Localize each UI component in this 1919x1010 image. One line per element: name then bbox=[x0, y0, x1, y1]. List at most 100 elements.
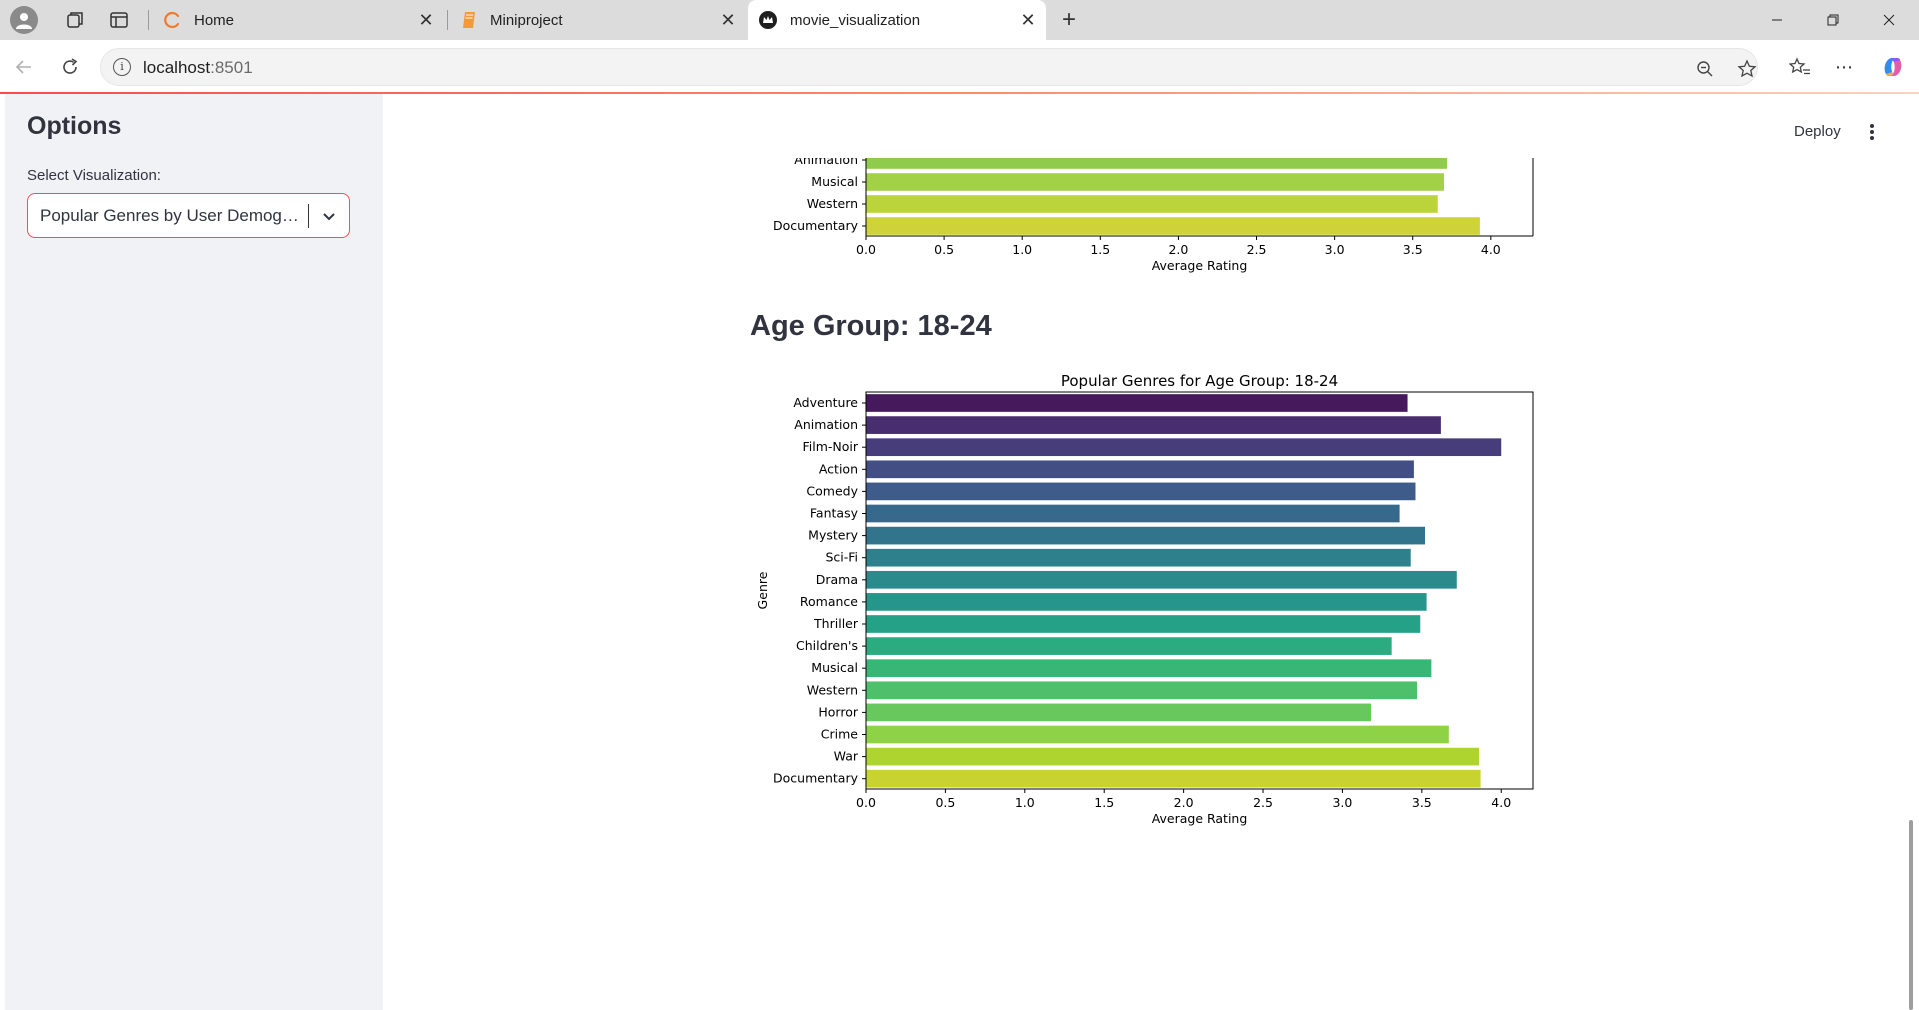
close-icon[interactable]: ✕ bbox=[720, 10, 736, 30]
y-tick-label: Documentary bbox=[773, 218, 859, 233]
bar-horror bbox=[866, 703, 1372, 722]
bar-romance bbox=[866, 593, 1427, 611]
minimize-icon[interactable] bbox=[1754, 0, 1800, 40]
bar-war bbox=[866, 747, 1480, 766]
x-tick-label: 1.0 bbox=[1012, 242, 1032, 257]
copilot-icon[interactable] bbox=[1879, 53, 1907, 81]
tab-miniproject[interactable]: Miniproject ✕ bbox=[450, 0, 746, 40]
loading-spinner-icon bbox=[162, 10, 182, 30]
x-tick-label: 2.5 bbox=[1247, 242, 1267, 257]
y-tick-label: Fantasy bbox=[810, 506, 859, 521]
text-cursor bbox=[308, 204, 309, 228]
select-label: Select Visualization: bbox=[27, 167, 161, 184]
x-tick-label: 2.0 bbox=[1174, 795, 1194, 810]
x-tick-label: 1.5 bbox=[1090, 242, 1110, 257]
restore-icon[interactable] bbox=[1810, 0, 1856, 40]
y-tick-label: Musical bbox=[811, 660, 858, 675]
x-tick-label: 2.5 bbox=[1253, 795, 1273, 810]
chart-top-group: Animation Musical Western Documentary 0.0 0.5… bbox=[773, 152, 1534, 273]
reload-icon[interactable] bbox=[56, 53, 84, 81]
favorite-star-icon[interactable] bbox=[1735, 57, 1759, 81]
main-menu-icon[interactable] bbox=[1863, 121, 1881, 143]
y-tick-label: Action bbox=[819, 461, 858, 476]
y-axis-label: Genre bbox=[755, 571, 770, 609]
bar-western bbox=[866, 195, 1438, 213]
y-tick-label: Horror bbox=[818, 704, 858, 719]
tab-actions-icon[interactable] bbox=[106, 8, 132, 32]
bar-childrens bbox=[866, 637, 1392, 655]
site-info-icon[interactable]: i bbox=[113, 58, 131, 76]
bar-adventure bbox=[866, 394, 1408, 412]
visualization-select[interactable]: Popular Genres by User Demographics bbox=[27, 193, 350, 238]
sidebar-title: Options bbox=[27, 112, 122, 140]
y-tick-label: Western bbox=[807, 682, 858, 697]
bar-thriller bbox=[866, 615, 1421, 633]
select-value: Popular Genres by User Demographics bbox=[40, 206, 302, 225]
bar-musical bbox=[866, 173, 1444, 191]
bar-scifi bbox=[866, 548, 1411, 567]
x-tick-label: 0.5 bbox=[935, 795, 955, 810]
y-tick-label: Film-Noir bbox=[802, 439, 858, 454]
profile-icon[interactable] bbox=[10, 6, 38, 34]
close-icon[interactable]: ✕ bbox=[418, 10, 434, 30]
bar-animation bbox=[866, 158, 1448, 169]
x-tick-label: 3.0 bbox=[1332, 795, 1352, 810]
x-axis-label: Average Rating bbox=[1152, 258, 1248, 273]
chevron-down-icon[interactable] bbox=[319, 206, 339, 226]
bar-mystery bbox=[866, 526, 1426, 545]
x-tick-label: 3.0 bbox=[1325, 242, 1345, 257]
favorites-icon[interactable] bbox=[1786, 53, 1814, 81]
x-tick-label: 4.0 bbox=[1491, 795, 1511, 810]
tab-movie-visualization[interactable]: movie_visualization ✕ bbox=[748, 0, 1046, 40]
y-tick-label: Thriller bbox=[813, 616, 859, 631]
bar-fantasy bbox=[866, 504, 1400, 523]
tab-title: Home bbox=[194, 11, 235, 29]
close-icon[interactable]: ✕ bbox=[1020, 10, 1036, 30]
chart-title: Popular Genres for Age Group: 18-24 bbox=[1061, 372, 1338, 390]
bar-drama bbox=[866, 570, 1457, 589]
close-window-icon[interactable] bbox=[1866, 0, 1912, 40]
y-tick-label: Comedy bbox=[806, 483, 858, 498]
y-tick-label: Adventure bbox=[793, 395, 858, 410]
x-tick-label: 1.0 bbox=[1015, 795, 1035, 810]
x-tick-label: 0.0 bbox=[856, 242, 876, 257]
bar-documentary bbox=[866, 769, 1481, 788]
y-tick-label: Western bbox=[807, 196, 858, 211]
url-field[interactable]: i localhost:8501 bbox=[100, 48, 1758, 86]
workspaces-icon[interactable] bbox=[62, 8, 88, 32]
back-icon[interactable] bbox=[10, 53, 38, 81]
tab-title: Miniproject bbox=[490, 11, 563, 29]
zoom-out-icon[interactable] bbox=[1693, 57, 1717, 81]
x-tick-label: 1.5 bbox=[1094, 795, 1114, 810]
browser-tab-bar: Home ✕ Miniproject ✕ movie_visualization… bbox=[0, 0, 1919, 40]
tab-title: movie_visualization bbox=[790, 11, 921, 29]
y-tick-label: Sci-Fi bbox=[825, 550, 858, 565]
tab-home[interactable]: Home ✕ bbox=[152, 0, 444, 40]
new-tab-icon[interactable]: + bbox=[1056, 6, 1082, 33]
x-tick-label: 0.0 bbox=[856, 795, 876, 810]
y-tick-label: War bbox=[834, 749, 859, 764]
x-tick-label: 0.5 bbox=[934, 242, 954, 257]
x-tick-label: 3.5 bbox=[1412, 795, 1432, 810]
y-tick-label: Animation bbox=[794, 152, 858, 167]
y-tick-label: Crime bbox=[821, 727, 859, 742]
x-tick-label: 4.0 bbox=[1481, 242, 1501, 257]
x-tick-label: 3.5 bbox=[1403, 242, 1423, 257]
bar-musical bbox=[866, 659, 1432, 678]
more-menu-icon[interactable]: ⋯ bbox=[1830, 53, 1858, 81]
y-tick-label: Documentary bbox=[773, 771, 859, 786]
bar-documentary bbox=[866, 217, 1480, 235]
x-axis-label: Average Rating bbox=[1152, 811, 1248, 826]
y-tick-label: Animation bbox=[794, 417, 858, 432]
deploy-button[interactable]: Deploy bbox=[1794, 123, 1841, 140]
scrollbar[interactable] bbox=[1909, 820, 1913, 1010]
bar-filmnoir bbox=[866, 438, 1502, 457]
url-text: localhost:8501 bbox=[143, 58, 253, 77]
y-tick-label: Romance bbox=[800, 594, 858, 609]
y-tick-label: Musical bbox=[811, 174, 858, 189]
section-heading: Age Group: 18-24 bbox=[750, 310, 992, 342]
notebook-icon bbox=[460, 10, 478, 30]
bar-animation bbox=[866, 416, 1441, 434]
x-tick-label: 2.0 bbox=[1168, 242, 1188, 257]
address-bar: i localhost:8501 ⋯ bbox=[0, 40, 1919, 94]
